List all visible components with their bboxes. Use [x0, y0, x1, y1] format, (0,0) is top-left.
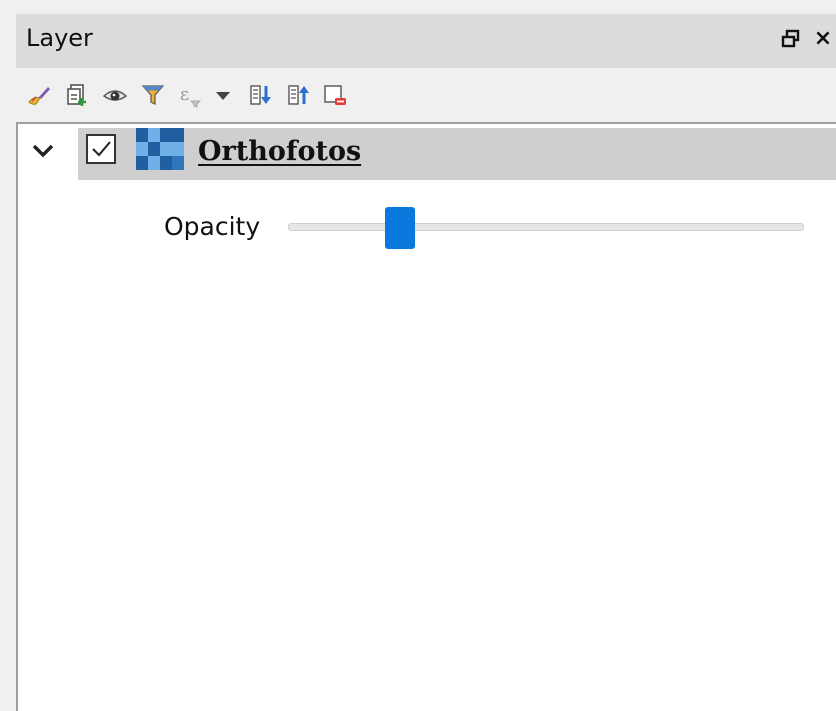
layer-name-label[interactable]: Orthofotos: [198, 136, 361, 167]
panel-title-bar: Layer ×: [16, 14, 836, 68]
float-panel-icon[interactable]: [780, 28, 802, 50]
dropdown-arrow-icon[interactable]: [210, 82, 236, 108]
checkmark-icon: [92, 141, 111, 157]
layer-tree: Orthofotos Opacity: [16, 122, 836, 711]
visibility-eye-icon[interactable]: [102, 82, 128, 108]
close-panel-icon[interactable]: ×: [812, 26, 834, 52]
expand-all-icon[interactable]: [248, 82, 274, 108]
opacity-label: Opacity: [164, 212, 261, 241]
collapse-all-icon[interactable]: [286, 82, 312, 108]
opacity-slider-track[interactable]: [288, 223, 804, 231]
opacity-slider-handle[interactable]: [385, 207, 416, 249]
add-group-icon[interactable]: [64, 82, 90, 108]
filter-expression-icon[interactable]: ε: [178, 82, 204, 108]
panel-title: Layer: [26, 24, 93, 52]
raster-layer-icon: [136, 128, 184, 170]
filter-legend-icon[interactable]: [140, 82, 166, 108]
style-manager-icon[interactable]: [26, 82, 52, 108]
remove-layer-icon[interactable]: [322, 82, 348, 108]
chevron-down-icon[interactable]: [30, 138, 56, 164]
layers-panel: Layer × ε Orthofotos Opacity: [0, 0, 836, 711]
layer-row-orthofotos[interactable]: [78, 128, 836, 180]
layer-visibility-checkbox[interactable]: [86, 134, 116, 164]
svg-text:ε: ε: [180, 84, 189, 105]
layers-toolbar: ε: [16, 70, 836, 120]
